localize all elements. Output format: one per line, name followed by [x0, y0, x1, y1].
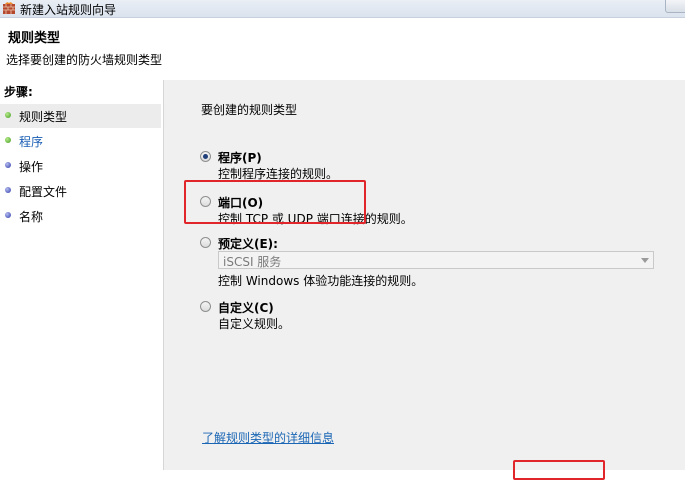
predefined-select[interactable]: iSCSI 服务 [218, 251, 654, 269]
step-current-icon [5, 137, 11, 143]
page-title: 规则类型 [8, 31, 61, 46]
window-title: 新建入站规则向导 [20, 3, 117, 17]
step-label: 配置文件 [19, 185, 68, 199]
steps-label: 步骤: [4, 85, 33, 99]
question-label: 要创建的规则类型 [201, 103, 298, 117]
firewall-icon [3, 2, 15, 14]
main-panel: 要创建的规则类型 程序(P) 控制程序连接的规则。 端口(O) 控制 TCP 或… [164, 80, 685, 470]
step-done-icon [5, 112, 11, 118]
step-label: 名称 [19, 210, 44, 224]
step-name[interactable]: 名称 [0, 204, 161, 228]
chevron-down-icon [641, 258, 649, 263]
steps-sidebar: 步骤: 规则类型 程序 操作 配置文件 名称 [0, 80, 164, 470]
radio-predefined[interactable] [200, 237, 211, 248]
option-desc: 自定义规则。 [218, 317, 291, 331]
wizard-header: 规则类型 选择要创建的防火墙规则类型 [0, 18, 685, 70]
radio-program[interactable] [200, 151, 211, 162]
step-pending-icon [5, 212, 11, 218]
step-rule-type[interactable]: 规则类型 [0, 104, 161, 128]
learn-more-link[interactable]: 了解规则类型的详细信息 [202, 429, 334, 446]
step-program[interactable]: 程序 [0, 129, 161, 153]
step-label: 操作 [19, 160, 44, 174]
step-pending-icon [5, 187, 11, 193]
option-desc: 控制 Windows 体验功能连接的规则。 [218, 274, 424, 288]
option-label: 自定义(C) [218, 301, 274, 315]
close-button[interactable] [665, 0, 685, 13]
option-label: 预定义(E): [218, 237, 278, 251]
radio-custom[interactable] [200, 301, 211, 312]
step-label: 程序 [19, 135, 44, 149]
highlight-box-button [513, 460, 605, 480]
highlight-box-port [184, 180, 366, 224]
page-subtitle: 选择要创建的防火墙规则类型 [6, 53, 163, 67]
step-label: 规则类型 [19, 110, 68, 124]
title-bar: 新建入站规则向导 [0, 0, 685, 18]
option-label: 程序(P) [218, 151, 262, 165]
step-profile[interactable]: 配置文件 [0, 179, 161, 203]
step-pending-icon [5, 162, 11, 168]
step-action[interactable]: 操作 [0, 154, 161, 178]
select-value: iSCSI 服务 [223, 255, 282, 269]
